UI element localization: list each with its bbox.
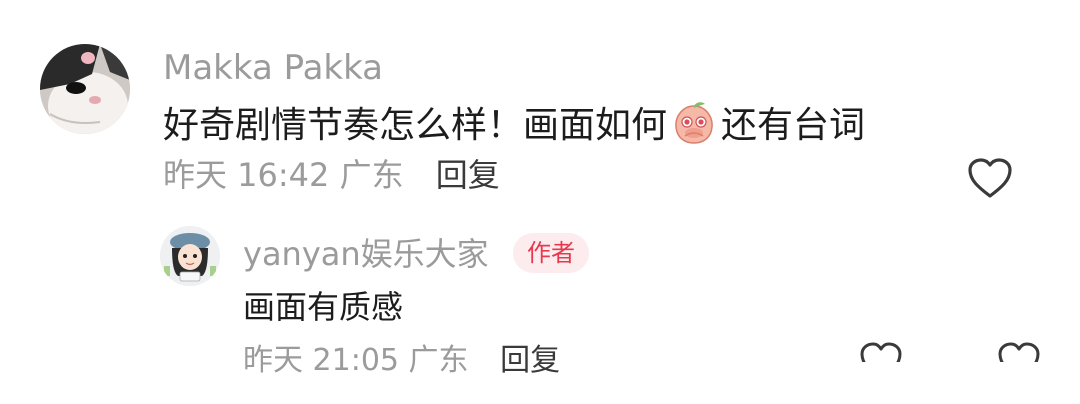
cat-avatar-image — [40, 44, 130, 134]
bottom-fade-overlay — [760, 362, 1080, 404]
girl-avatar-image — [160, 226, 220, 286]
reply-time: 昨天 21:05 — [243, 343, 399, 378]
avatar-yanyan[interactable] — [160, 226, 220, 286]
reply-button[interactable]: 回复 — [436, 156, 500, 194]
comment-time: 昨天 16:42 — [163, 156, 330, 194]
comment-text: 好奇剧情节奏怎么样！画面如何 还有台词 — [163, 100, 865, 149]
reply-text: 画面有质感 — [243, 288, 404, 326]
reply-author-name[interactable]: yanyan娱乐大家 — [243, 234, 489, 274]
reply-reply-button[interactable]: 回复 — [500, 343, 560, 378]
comment-text-part-2: 还有台词 — [721, 105, 866, 146]
comment-location: 广东 — [339, 156, 404, 194]
author-badge: 作者 — [513, 233, 589, 273]
avatar-makka-pakka[interactable] — [40, 44, 130, 134]
heart-outline-icon[interactable] — [966, 156, 1014, 200]
comment-thread: Makka Pakka 好奇剧情节奏怎么样！画面如何 还有台词 昨天 16:42… — [0, 0, 1080, 404]
comment-meta: 昨天 16:42 广东 回复 — [163, 154, 500, 196]
comment-text-part-1: 好奇剧情节奏怎么样！画面如何 — [163, 105, 668, 146]
reply-location: 广东 — [408, 343, 469, 378]
comment-author-name[interactable]: Makka Pakka — [163, 48, 383, 88]
peach-shy-icon — [671, 100, 717, 146]
reply-meta: 昨天 21:05 广东 回复 — [243, 340, 560, 382]
